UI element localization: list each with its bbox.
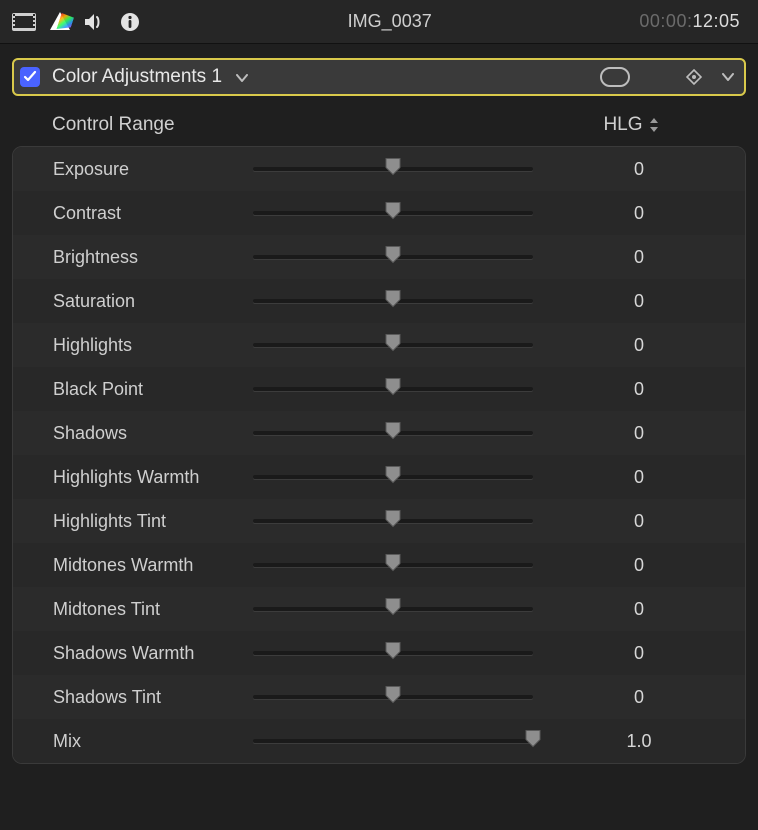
param-row: Highlights Tint 0 xyxy=(13,499,745,543)
param-label: Highlights xyxy=(53,335,253,356)
slider-thumb-icon[interactable] xyxy=(384,641,402,666)
param-row: Shadows 0 xyxy=(13,411,745,455)
effect-menu-chevron-icon[interactable] xyxy=(722,73,734,82)
param-slider[interactable] xyxy=(253,279,533,323)
param-row: Highlights 0 xyxy=(13,323,745,367)
slider-thumb-icon[interactable] xyxy=(384,685,402,710)
param-slider[interactable] xyxy=(253,323,533,367)
clip-title: IMG_0037 xyxy=(140,11,639,32)
param-slider[interactable] xyxy=(253,631,533,675)
param-slider[interactable] xyxy=(253,191,533,235)
effect-title-bar[interactable]: Color Adjustments 1 xyxy=(12,58,746,96)
control-range-label: Control Range xyxy=(52,114,175,136)
param-value[interactable]: 0 xyxy=(533,599,745,620)
param-row: Contrast 0 xyxy=(13,191,745,235)
slider-thumb-icon[interactable] xyxy=(524,729,542,754)
shape-mask-icon[interactable] xyxy=(600,67,630,87)
slider-thumb-icon[interactable] xyxy=(384,289,402,314)
param-value[interactable]: 0 xyxy=(533,423,745,444)
param-row: Midtones Warmth 0 xyxy=(13,543,745,587)
param-value[interactable]: 0 xyxy=(533,247,745,268)
param-label: Mix xyxy=(53,731,253,752)
slider-thumb-icon[interactable] xyxy=(384,201,402,226)
param-value[interactable]: 0 xyxy=(533,379,745,400)
param-label: Contrast xyxy=(53,203,253,224)
timecode-dim: 00:00: xyxy=(639,11,692,31)
param-slider[interactable] xyxy=(253,587,533,631)
inspector-header: IMG_0037 00:00:12:05 xyxy=(0,0,758,44)
slider-thumb-icon[interactable] xyxy=(384,465,402,490)
param-row: Shadows Warmth 0 xyxy=(13,631,745,675)
param-row: Saturation 0 xyxy=(13,279,745,323)
param-slider[interactable] xyxy=(253,719,533,763)
info-icon[interactable] xyxy=(120,12,140,32)
param-slider[interactable] xyxy=(253,455,533,499)
param-value[interactable]: 0 xyxy=(533,291,745,312)
slider-thumb-icon[interactable] xyxy=(384,245,402,270)
param-value[interactable]: 1.0 xyxy=(533,731,745,752)
param-label: Highlights Tint xyxy=(53,511,253,532)
color-prism-icon[interactable] xyxy=(50,12,70,32)
param-slider[interactable] xyxy=(253,411,533,455)
param-label: Midtones Warmth xyxy=(53,555,253,576)
param-slider[interactable] xyxy=(253,367,533,411)
param-slider[interactable] xyxy=(253,147,533,191)
param-value[interactable]: 0 xyxy=(533,467,745,488)
param-label: Exposure xyxy=(53,159,253,180)
control-range-value: HLG xyxy=(603,114,642,136)
filmstrip-icon[interactable] xyxy=(12,13,36,31)
param-label: Shadows xyxy=(53,423,253,444)
param-label: Shadows Tint xyxy=(53,687,253,708)
slider-thumb-icon[interactable] xyxy=(384,377,402,402)
timecode-bright: 12:05 xyxy=(692,11,740,31)
param-slider[interactable] xyxy=(253,235,533,279)
speaker-icon[interactable] xyxy=(84,13,106,31)
param-row: Brightness 0 xyxy=(13,235,745,279)
param-label: Midtones Tint xyxy=(53,599,253,620)
param-label: Black Point xyxy=(53,379,253,400)
keyframe-diamond-icon[interactable] xyxy=(686,69,702,85)
slider-thumb-icon[interactable] xyxy=(384,421,402,446)
param-value[interactable]: 0 xyxy=(533,335,745,356)
param-label: Shadows Warmth xyxy=(53,643,253,664)
header-tab-icons xyxy=(12,12,140,32)
param-slider[interactable] xyxy=(253,543,533,587)
param-value[interactable]: 0 xyxy=(533,159,745,180)
param-row: Shadows Tint 0 xyxy=(13,675,745,719)
param-value[interactable]: 0 xyxy=(533,203,745,224)
parameter-panel: Exposure 0 Contrast 0 Brightness 0 Saturation 0… xyxy=(12,146,746,764)
timecode: 00:00:12:05 xyxy=(639,11,740,32)
param-value[interactable]: 0 xyxy=(533,511,745,532)
param-label: Saturation xyxy=(53,291,253,312)
param-slider[interactable] xyxy=(253,675,533,719)
param-row: Exposure 0 xyxy=(13,147,745,191)
control-range-popup[interactable]: HLG xyxy=(516,114,746,136)
slider-thumb-icon[interactable] xyxy=(384,509,402,534)
slider-track-icon xyxy=(253,739,533,743)
param-value[interactable]: 0 xyxy=(533,687,745,708)
slider-thumb-icon[interactable] xyxy=(384,157,402,182)
param-label: Highlights Warmth xyxy=(53,467,253,488)
popup-sort-icon xyxy=(649,118,659,132)
param-row: Highlights Warmth 0 xyxy=(13,455,745,499)
param-value[interactable]: 0 xyxy=(533,643,745,664)
param-label: Brightness xyxy=(53,247,253,268)
effect-menu-caret-icon[interactable] xyxy=(236,67,248,88)
param-row: Mix 1.0 xyxy=(13,719,745,763)
param-slider[interactable] xyxy=(253,499,533,543)
slider-thumb-icon[interactable] xyxy=(384,597,402,622)
effect-name-label: Color Adjustments 1 xyxy=(52,66,222,88)
param-row: Midtones Tint 0 xyxy=(13,587,745,631)
param-value[interactable]: 0 xyxy=(533,555,745,576)
control-range-row: Control Range HLG xyxy=(0,104,758,146)
slider-thumb-icon[interactable] xyxy=(384,333,402,358)
param-row: Black Point 0 xyxy=(13,367,745,411)
slider-thumb-icon[interactable] xyxy=(384,553,402,578)
effect-enable-checkbox[interactable] xyxy=(20,67,40,87)
